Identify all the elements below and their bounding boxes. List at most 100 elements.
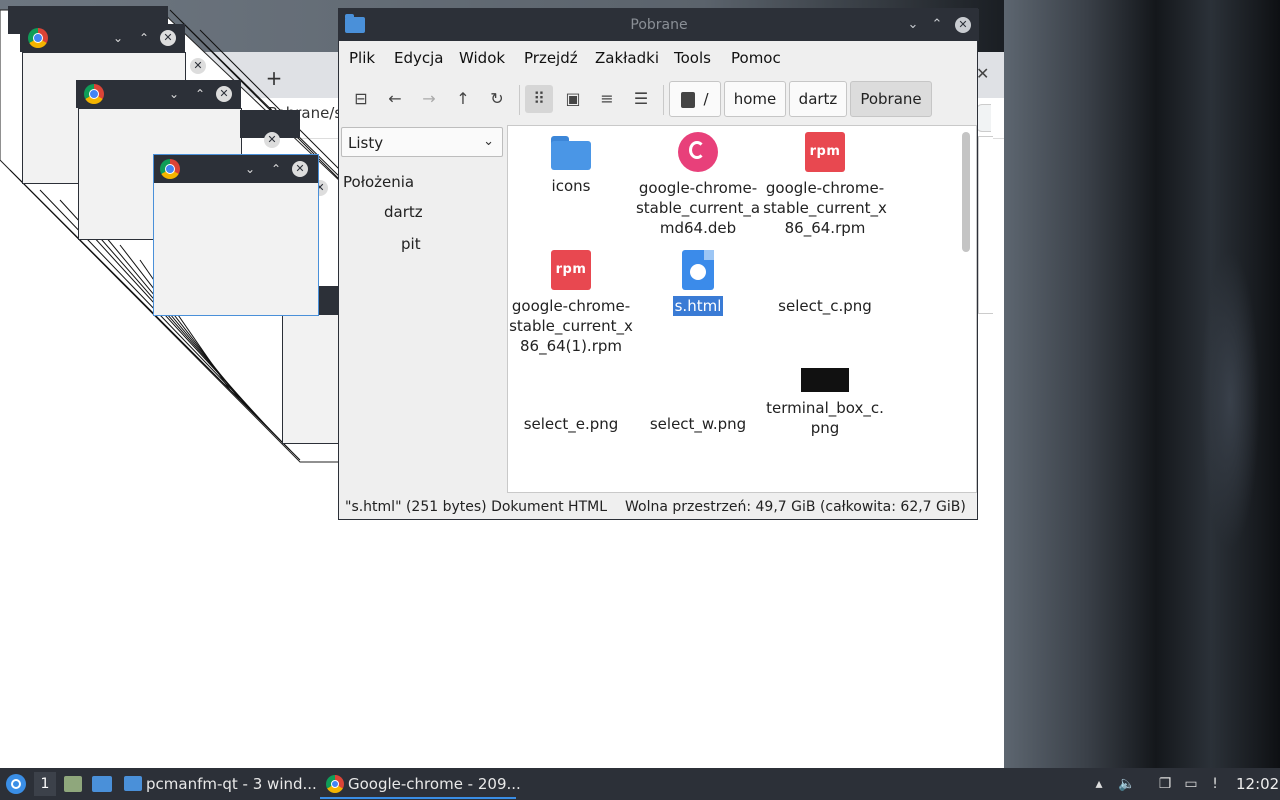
network-icon[interactable]: ▭ <box>1182 775 1200 793</box>
close-icon: ✕ <box>160 30 176 46</box>
chrome-popup-window[interactable]: ⌄ ⌃ ✕ <box>153 154 319 316</box>
chrome-icon <box>84 84 104 104</box>
volume-icon[interactable]: 🔈 <box>1118 775 1136 793</box>
status-free-space: Wolna przestrzeń: 49,7 GiB (całkowita: 6… <box>625 499 966 515</box>
folder-icon <box>124 776 142 791</box>
close-icon[interactable]: ✕ <box>955 17 971 33</box>
icon-view-icon[interactable]: ⠿ <box>525 85 553 113</box>
thumbnail-view-icon[interactable]: ▣ <box>559 85 587 113</box>
rpm-package-icon: rpm <box>805 132 845 172</box>
image-file-icon <box>551 368 591 408</box>
file-item[interactable]: rpm google-chrome- stable_current_x 86_6… <box>762 132 888 238</box>
file-name: select_w.png <box>649 415 747 433</box>
maximize-icon[interactable]: ⌃ <box>268 161 284 177</box>
file-manager-window[interactable]: Pobrane ⌄ ⌃ ✕ Plik Edycja Widok Przejdź … <box>338 8 979 520</box>
clock[interactable]: 12:02 <box>1236 768 1279 800</box>
file-name-line: 86_64.rpm <box>784 219 866 237</box>
sidebar-mode-value: Listy <box>348 134 384 152</box>
menu-pomoc[interactable]: Pomoc <box>731 49 781 67</box>
drive-icon <box>681 91 696 108</box>
minimize-icon[interactable]: ⌄ <box>905 17 921 33</box>
breadcrumb-home[interactable]: home <box>724 81 786 117</box>
menu-tools[interactable]: Tools <box>674 49 711 67</box>
file-item[interactable]: select_c.png <box>762 250 888 316</box>
window-title: Pobrane <box>630 17 688 33</box>
menu-zakladki[interactable]: Zakładki <box>595 49 659 67</box>
close-icon[interactable]: ✕ <box>292 161 308 177</box>
menu-bar: Plik Edycja Widok Przejdź Zakładki Tools… <box>339 41 979 75</box>
sidebar-item-dartz[interactable]: dartz <box>384 203 423 221</box>
folder-launcher-icon[interactable] <box>92 776 112 792</box>
rpm-package-icon: rpm <box>551 250 591 290</box>
detailed-view-icon[interactable]: ☰ <box>627 85 655 113</box>
file-name-line: google-chrome- <box>638 179 758 197</box>
file-item[interactable]: terminal_box_c. png <box>762 352 888 438</box>
file-name-line: stable_current_x <box>509 317 633 335</box>
file-name-line: google-chrome- <box>765 179 885 197</box>
file-manager-launcher-icon[interactable] <box>64 776 82 792</box>
sidebar-item-pit[interactable]: pit <box>401 235 421 253</box>
file-item[interactable]: google-chrome- stable_current_a md64.deb <box>635 132 761 238</box>
file-name-line: md64.deb <box>659 219 737 237</box>
places-heading: Położenia <box>343 173 415 191</box>
file-name: select_e.png <box>523 415 619 433</box>
file-item[interactable]: select_e.png <box>508 368 634 434</box>
file-item[interactable]: rpm google-chrome- stable_current_x 86_6… <box>508 250 634 356</box>
breadcrumb-dartz[interactable]: dartz <box>789 81 847 117</box>
file-name-line: stable_current_x <box>763 199 887 217</box>
reload-icon[interactable]: ↻ <box>483 85 511 113</box>
file-name-line: png <box>810 419 840 437</box>
new-tab-icon[interactable]: ⊟ <box>347 85 375 113</box>
menu-przejdz[interactable]: Przejdź <box>524 49 578 67</box>
scrollbar[interactable] <box>962 132 970 252</box>
close-icon: ✕ <box>216 86 232 102</box>
menu-widok[interactable]: Widok <box>459 49 505 67</box>
start-menu-icon[interactable] <box>6 774 26 794</box>
tray-arrow-icon[interactable]: ▴ <box>1090 775 1108 793</box>
breadcrumb-root[interactable]: / <box>669 81 721 117</box>
maximize-icon[interactable]: ⌃ <box>929 17 945 33</box>
file-view[interactable]: icons google-chrome- stable_current_a md… <box>507 125 977 493</box>
folder-icon <box>551 136 591 170</box>
file-name: s.html <box>672 296 724 316</box>
chevron-down-icon: ⌄ <box>483 134 494 149</box>
image-file-icon <box>678 368 718 408</box>
sidebar-mode-select[interactable]: Listy ⌄ <box>341 127 503 157</box>
menu-edycja[interactable]: Edycja <box>394 49 443 67</box>
file-item[interactable]: select_w.png <box>635 368 761 434</box>
close-icon: ✕ <box>264 132 280 148</box>
chrome-side-panel <box>978 136 993 314</box>
chrome-icon <box>160 159 180 179</box>
notification-icon[interactable]: ! <box>1206 775 1224 793</box>
compact-view-icon[interactable]: ≡ <box>593 85 621 113</box>
task-pcmanfm[interactable]: pcmanfm-qt - 3 wind... <box>118 768 317 800</box>
back-icon[interactable]: ← <box>381 85 409 113</box>
file-name-line: google-chrome- <box>511 297 631 315</box>
task-label: pcmanfm-qt - 3 wind... <box>146 775 317 793</box>
close-icon: ✕ <box>190 58 206 74</box>
image-file-icon <box>805 250 845 290</box>
file-name-line: 86_64(1).rpm <box>520 337 622 355</box>
file-name: icons <box>551 177 591 195</box>
file-name-line: stable_current_a <box>635 199 761 217</box>
toolbar-separator <box>663 85 664 115</box>
clipboard-icon[interactable]: ❐ <box>1156 775 1174 793</box>
up-icon[interactable]: ↑ <box>449 85 477 113</box>
taskbar: 1 pcmanfm-qt - 3 wind... Google-chrome -… <box>0 768 1280 800</box>
menu-plik[interactable]: Plik <box>349 49 375 67</box>
forward-icon[interactable]: → <box>415 85 443 113</box>
html-file-icon <box>682 250 714 290</box>
breadcrumb-pobrane[interactable]: Pobrane <box>850 81 932 117</box>
status-bar: "s.html" (251 bytes) Dokument HTML Wolna… <box>339 497 979 519</box>
task-chrome[interactable]: Google-chrome - 209... <box>320 768 521 800</box>
file-item[interactable]: icons <box>508 136 634 196</box>
file-item-selected[interactable]: s.html <box>635 250 761 316</box>
minimize-icon[interactable]: ⌄ <box>242 161 258 177</box>
file-name-line: terminal_box_c. <box>766 399 884 417</box>
workspace-switcher[interactable]: 1 <box>34 772 56 796</box>
maximize-icon: ⌃ <box>194 87 206 101</box>
debian-package-icon <box>678 132 718 172</box>
wallpaper-glow <box>1200 250 1260 550</box>
status-selection: "s.html" (251 bytes) Dokument HTML <box>345 499 607 515</box>
minimize-icon: ⌄ <box>168 87 180 101</box>
